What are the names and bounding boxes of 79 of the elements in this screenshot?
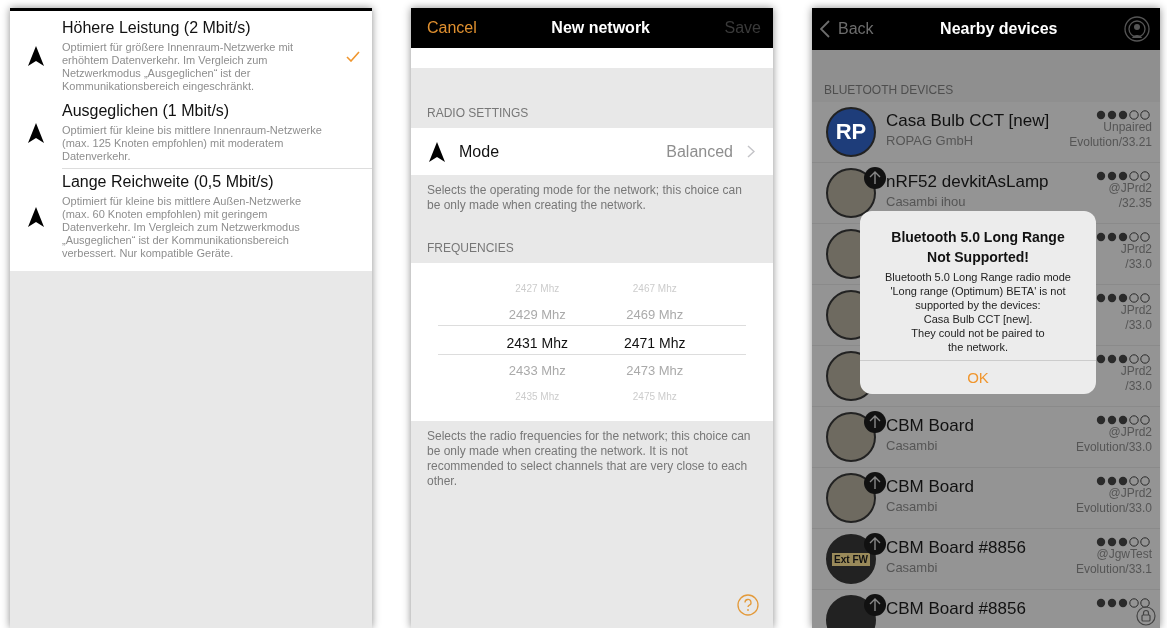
firmware-version: /33.0 (1125, 379, 1152, 394)
checkmark-icon (346, 50, 360, 62)
lock-icon[interactable] (1136, 606, 1156, 626)
device-status: JPrd2 (1120, 242, 1152, 257)
option-description: Optimiert für kleine bis mittlere Außen-Netzwerke (max. 60 Knoten empfohlen) mit geringem Datenverkehr. Im Vergleich zum Netzwerkmodus „Ausgeglichen“ ist der Kommunikationsbereich verbessert. Nur kompatible Geräte. (62, 195, 303, 260)
arrowhead-icon (429, 141, 445, 162)
signal-dots-icon (1096, 232, 1152, 242)
mode-option[interactable]: Höhere Leistung (2 Mbit/s) Optimiert für größere Innenraum-Netzwerke mit erhöhtem Datenverkehr. Im Vergleich zum Netzwerkmodus „Ausgeglichen“ ist der Kommunikationsbereich eingeschränkt. (10, 15, 372, 98)
arrowhead-icon (28, 46, 44, 66)
cancel-button[interactable]: Cancel (427, 19, 477, 37)
section-header: FREQUENCIES (426, 241, 515, 257)
firmware-version: /33.0 (1125, 257, 1152, 272)
mode-option[interactable]: Ausgeglichen (1 Mbit/s) Optimiert für kleine bis mittlere Innenraum-Netzwerke (max. 125 Knoten empfohlen) mit moderatem Datenverkehr. (10, 98, 372, 168)
firmware-version: Evolution/33.0 (1075, 440, 1152, 455)
device-row[interactable]: Ext FW CBM Board #8856 Casambi @JgwTest Evolution/33.1 (812, 529, 1160, 590)
picker-item[interactable]: 2431 Mhz (506, 329, 568, 357)
section-footer: Selects the operating mode for the network; this choice can be only made when creating the network. (411, 175, 773, 213)
device-status: @JPrd2 (1108, 486, 1152, 501)
photo-placeholder (826, 473, 876, 523)
signal-dots-icon (1096, 598, 1152, 608)
firmware-version: /33.0 (1125, 318, 1152, 333)
help-icon[interactable] (737, 594, 759, 616)
device-name: CBM Board #8856 (886, 537, 1027, 558)
avatar-label: Ext FW (832, 552, 870, 566)
device-vendor: Casambi (886, 499, 939, 514)
option-description: Optimiert für größere Innenraum-Netzwerke mit erhöhtem Datenverkehr. Im Vergleich zum Netzwerkmodus „Ausgeglichen“ ist der Kommunikationsbereich eingeschränkt. (62, 41, 295, 93)
navigation-title: New network (551, 19, 650, 37)
arrowhead-icon (28, 122, 44, 143)
chevron-icon (747, 145, 755, 158)
device-status: @JPrd2 (1108, 425, 1152, 440)
firmware-version: Evolution/33.1 (1075, 562, 1152, 577)
device-row[interactable]: CBM Board Casambi @JPrd2 Evolution/33.0 (812, 468, 1160, 529)
row-value: Balanced (666, 142, 733, 161)
navigation-title: Nearby devices (940, 20, 1058, 38)
signal-dots-icon (1096, 293, 1152, 303)
arrowhead-icon (28, 206, 44, 227)
option-title: Höhere Leistung (2 Mbit/s) (62, 19, 252, 37)
signal-dots-icon (1096, 537, 1152, 547)
device-name: CBM Board (886, 415, 975, 436)
device-row[interactable]: CBM Board #8856 (812, 590, 1160, 628)
section-header: BLUETOOTH DEVICES (823, 83, 955, 99)
avatar-label: RP (835, 119, 867, 145)
device-vendor: Casambi ihou (886, 194, 967, 209)
device-name: CBM Board #8856 (886, 598, 1027, 619)
signal-dots-icon (1096, 354, 1152, 364)
back-button[interactable]: Back (820, 20, 874, 38)
signal-dots-icon (1096, 171, 1152, 181)
device-status: @JPrd2 (1108, 181, 1152, 196)
signal-dots-icon (1096, 110, 1152, 120)
alert-title: Bluetooth 5.0 Long Range Not Supported! (890, 228, 1066, 267)
photo-placeholder (826, 412, 876, 462)
firmware-version: Evolution/33.21 (1069, 135, 1152, 150)
option-description: Optimiert für kleine bis mittlere Innenraum-Netzwerke (max. 125 Knoten empfohlen) mit moderatem Datenverkehr. (62, 124, 323, 163)
mode-row[interactable]: Mode Balanced (411, 128, 773, 175)
device-vendor: ROPAG GmbH (886, 133, 975, 148)
section-footer: Selects the radio frequencies for the network; this choice can be only made when creating the network. It is not recommended to select channels that are very close to each other. (411, 421, 773, 489)
device-status: @JgwTest (1096, 547, 1152, 562)
device-status: JPrd2 (1120, 303, 1152, 318)
device-row[interactable]: RP Casa Bulb CCT [new] ROPAG GmbH Unpaired Evolution/33.21 (812, 102, 1160, 163)
device-row[interactable]: CBM Board Casambi @JPrd2 Evolution/33.0 (812, 407, 1160, 468)
broadcast-icon[interactable] (1124, 16, 1150, 42)
option-title: Lange Reichweite (0,5 Mbit/s) (62, 173, 275, 191)
picker-item[interactable]: 2471 Mhz (624, 329, 686, 357)
device-name: CBM Board (886, 476, 975, 497)
device-name: Casa Bulb CCT [new] (886, 110, 1051, 131)
signal-dots-icon (1096, 476, 1152, 486)
signal-dots-icon (1096, 415, 1152, 425)
device-status: Unpaired (1103, 120, 1152, 135)
device-vendor: Casambi (886, 438, 939, 453)
alert-message: Bluetooth 5.0 Long Range radio mode 'Long range (Optimum) BETA' is not supported by the devices: Casa Bulb CCT [new]. They could not be paired to the network. (884, 270, 1072, 355)
firmware-version: /32.35 (1118, 196, 1152, 211)
device-name: nRF52 devkitAsLamp (886, 171, 1050, 192)
option-title: Ausgeglichen (1 Mbit/s) (62, 102, 231, 120)
device-vendor: Casambi (886, 560, 939, 575)
section-header: RADIO SETTINGS (426, 106, 530, 122)
firmware-version: Evolution/33.0 (1075, 501, 1152, 516)
chevron-icon (820, 20, 830, 38)
row-label: Mode (459, 142, 501, 161)
device-status: JPrd2 (1120, 364, 1152, 379)
